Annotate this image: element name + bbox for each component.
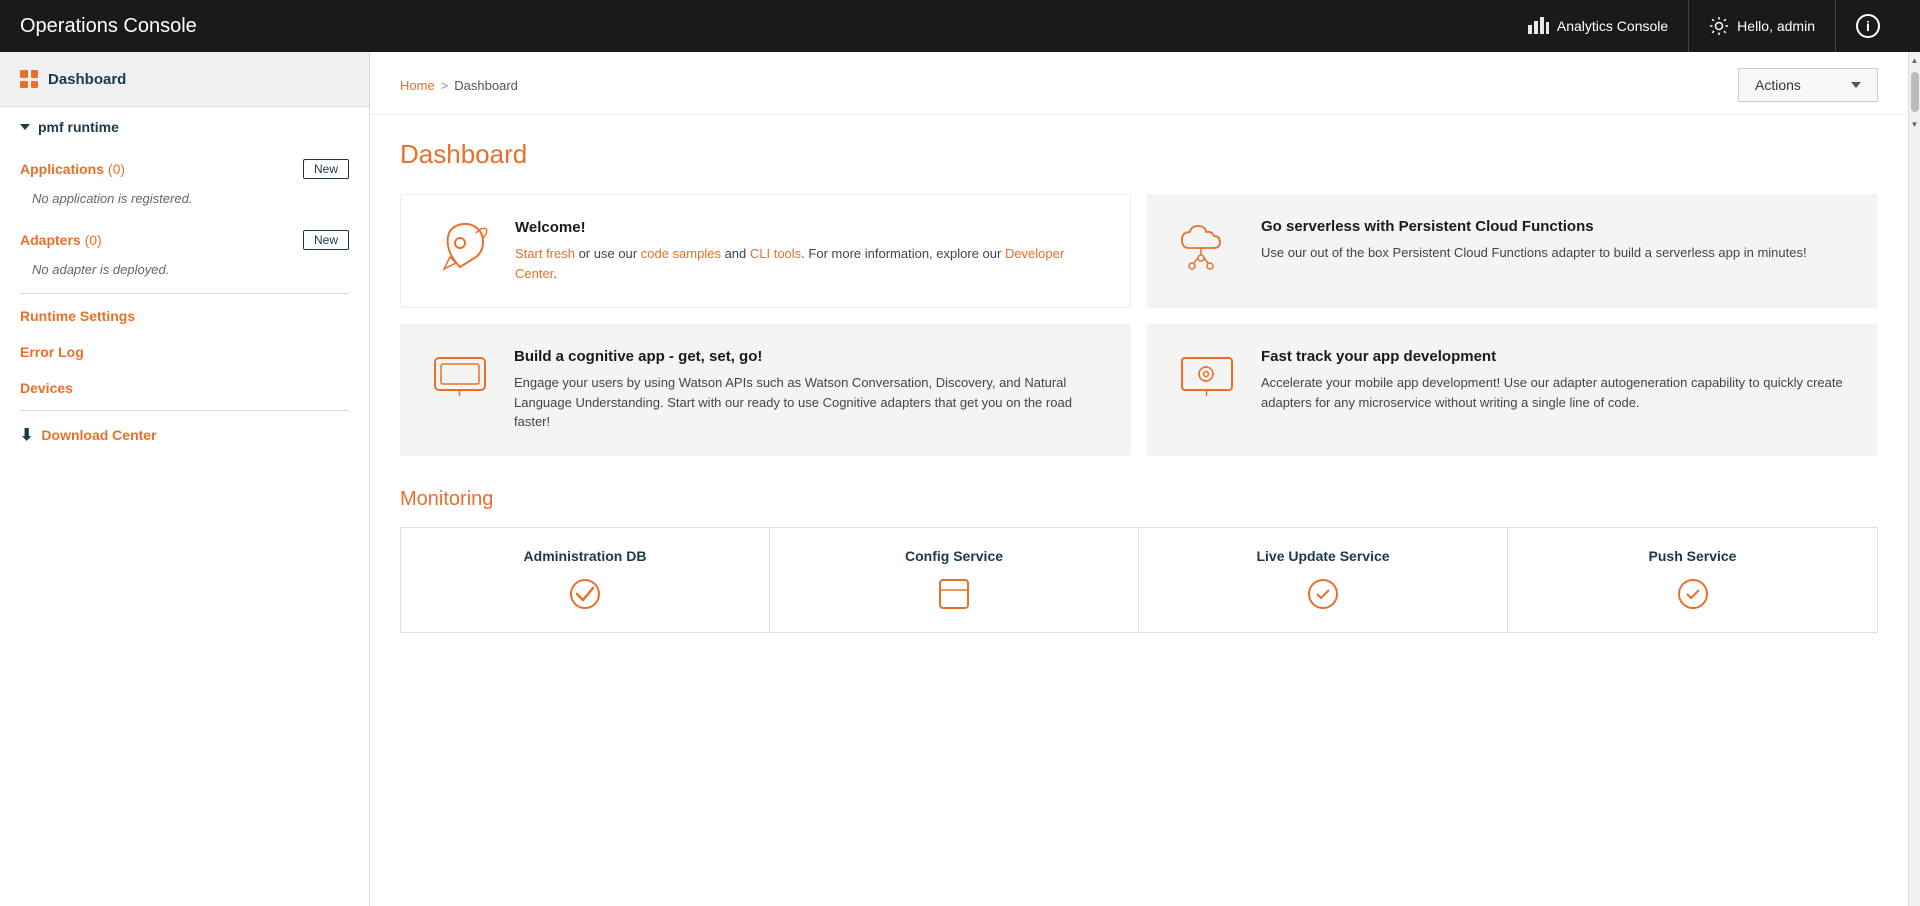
- sidebar: Dashboard pmf runtime Applications (0) N…: [0, 52, 370, 906]
- top-bar: Home > Dashboard Actions: [370, 52, 1908, 115]
- breadcrumb-separator: >: [441, 78, 449, 93]
- cognitive-app-icon: [427, 348, 492, 403]
- config-service-icon: [786, 576, 1122, 612]
- adapters-empty: No adapter is deployed.: [0, 258, 369, 285]
- gear-icon: [1709, 16, 1729, 36]
- applications-new-button[interactable]: New: [303, 159, 349, 179]
- fasttrack-body: Fast track your app development Accelera…: [1261, 348, 1854, 412]
- sidebar-divider-2: [20, 410, 349, 411]
- config-status-icon: [936, 576, 972, 612]
- serverless-icon: [1171, 218, 1241, 273]
- cognitive-title: Build a cognitive app - get, set, go!: [514, 348, 1107, 365]
- sidebar-item-runtime-settings[interactable]: Runtime Settings: [0, 298, 369, 334]
- start-fresh-link[interactable]: Start fresh: [515, 246, 575, 261]
- adapters-header: Adapters (0) New: [0, 222, 369, 258]
- header-actions: Analytics Console Hello, admin i: [1507, 0, 1900, 52]
- welcome-text: Start fresh or use our code samples and …: [515, 244, 1106, 283]
- sidebar-runtime[interactable]: pmf runtime: [0, 107, 369, 147]
- scroll-up-button[interactable]: ▲: [1909, 52, 1920, 68]
- applications-title[interactable]: Applications (0): [20, 161, 125, 177]
- cli-tools-link[interactable]: CLI tools: [750, 246, 801, 261]
- cognitive-body: Build a cognitive app - get, set, go! En…: [514, 348, 1107, 432]
- user-menu[interactable]: Hello, admin: [1689, 0, 1836, 52]
- adapters-group: Adapters (0) New No adapter is deployed.: [0, 218, 369, 289]
- sidebar-item-devices[interactable]: Devices: [0, 370, 369, 406]
- app-body: Dashboard pmf runtime Applications (0) N…: [0, 52, 1920, 906]
- push-service-label: Push Service: [1524, 548, 1861, 564]
- serverless-text: Use our out of the box Persistent Cloud …: [1261, 243, 1807, 263]
- breadcrumb-home[interactable]: Home: [400, 78, 435, 93]
- welcome-icon: [425, 219, 495, 279]
- live-update-label: Live Update Service: [1155, 548, 1491, 564]
- cloud-icon: [1174, 218, 1239, 273]
- analytics-icon: [1527, 17, 1549, 35]
- adapters-new-button[interactable]: New: [303, 230, 349, 250]
- download-icon: ⬇: [20, 425, 33, 445]
- info-button[interactable]: i: [1836, 0, 1900, 52]
- fasttrack-card: Fast track your app development Accelera…: [1147, 324, 1878, 456]
- app-title: Operations Console: [20, 15, 197, 38]
- cognitive-icon: [424, 348, 494, 403]
- serverless-body: Go serverless with Persistent Cloud Func…: [1261, 218, 1807, 263]
- header: Operations Console Analytics Console Hel…: [0, 0, 1920, 52]
- admin-db-label: Administration DB: [417, 548, 753, 564]
- sidebar-item-error-log[interactable]: Error Log: [0, 334, 369, 370]
- admin-db-icon: [417, 576, 753, 612]
- serverless-card: Go serverless with Persistent Cloud Func…: [1147, 194, 1878, 308]
- dashboard-section: Dashboard Welcome! Star: [370, 115, 1908, 657]
- cognitive-card: Build a cognitive app - get, set, go! En…: [400, 324, 1131, 456]
- sidebar-item-download-center[interactable]: ⬇ Download Center: [0, 415, 369, 455]
- sidebar-divider-1: [20, 293, 349, 294]
- welcome-body: Welcome! Start fresh or use our code sam…: [515, 219, 1106, 283]
- monitoring-grid: Administration DB Config Service: [400, 527, 1878, 633]
- actions-caret-icon: [1851, 82, 1861, 88]
- actions-label: Actions: [1755, 77, 1801, 93]
- user-label: Hello, admin: [1737, 18, 1815, 34]
- monitoring-item-config: Config Service: [770, 528, 1139, 632]
- monitoring-item-admin-db: Administration DB: [401, 528, 770, 632]
- scroll-down-button[interactable]: ▼: [1909, 116, 1920, 132]
- cognitive-text: Engage your users by using Watson APIs s…: [514, 373, 1107, 432]
- actions-dropdown[interactable]: Actions: [1738, 68, 1878, 102]
- scroll-thumb[interactable]: [1911, 72, 1919, 112]
- download-label: Download Center: [41, 427, 156, 443]
- live-update-status-icon: [1305, 576, 1341, 612]
- serverless-title: Go serverless with Persistent Cloud Func…: [1261, 218, 1807, 235]
- applications-header: Applications (0) New: [0, 151, 369, 187]
- monitor-gear-icon: [1174, 348, 1239, 403]
- sidebar-dashboard[interactable]: Dashboard: [0, 52, 369, 107]
- code-samples-link[interactable]: code samples: [641, 246, 721, 261]
- breadcrumb: Home > Dashboard: [400, 78, 518, 93]
- monitoring-section: Monitoring Administration DB Config Serv…: [400, 488, 1878, 633]
- main-content: Home > Dashboard Actions Dashboard: [370, 52, 1908, 906]
- dashboard-grid-icon: [20, 70, 38, 88]
- adapters-title[interactable]: Adapters (0): [20, 232, 102, 248]
- welcome-card: Welcome! Start fresh or use our code sam…: [400, 194, 1131, 308]
- analytics-label: Analytics Console: [1557, 18, 1668, 34]
- runtime-label: pmf runtime: [38, 119, 119, 135]
- dashboard-label: Dashboard: [48, 71, 126, 88]
- config-service-label: Config Service: [786, 548, 1122, 564]
- cards-grid: Welcome! Start fresh or use our code sam…: [400, 194, 1878, 456]
- applications-empty: No application is registered.: [0, 187, 369, 214]
- chevron-down-icon: [20, 124, 30, 130]
- db-status-icon: [567, 576, 603, 612]
- welcome-title: Welcome!: [515, 219, 1106, 236]
- fasttrack-text: Accelerate your mobile app development! …: [1261, 373, 1854, 412]
- fasttrack-title: Fast track your app development: [1261, 348, 1854, 365]
- monitoring-item-live-update: Live Update Service: [1139, 528, 1508, 632]
- analytics-console-button[interactable]: Analytics Console: [1507, 0, 1689, 52]
- push-service-icon: [1524, 576, 1861, 612]
- scrollbar[interactable]: ▲ ▼: [1908, 52, 1920, 906]
- applications-group: Applications (0) New No application is r…: [0, 147, 369, 218]
- monitoring-title: Monitoring: [400, 488, 1878, 511]
- rocket-icon: [430, 219, 490, 279]
- breadcrumb-current: Dashboard: [454, 78, 518, 93]
- push-status-icon: [1675, 576, 1711, 612]
- live-update-icon: [1155, 576, 1491, 612]
- info-icon: i: [1856, 14, 1880, 38]
- monitoring-item-push: Push Service: [1508, 528, 1877, 632]
- dashboard-title: Dashboard: [400, 139, 1878, 170]
- fasttrack-icon: [1171, 348, 1241, 403]
